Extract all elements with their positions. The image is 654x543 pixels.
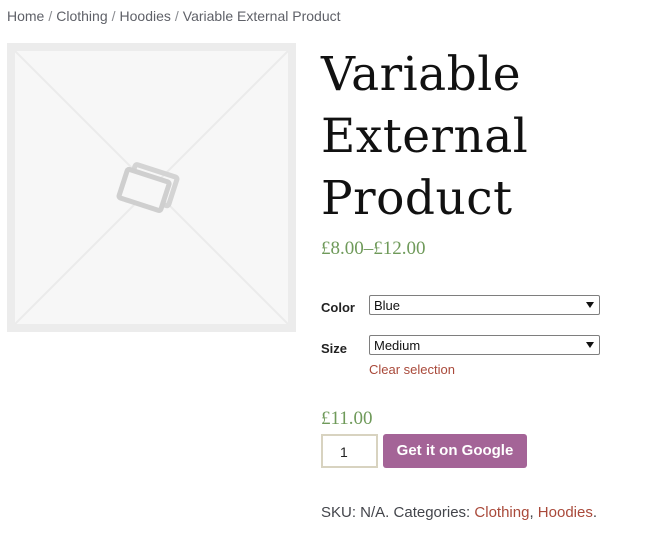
category-link-hoodies[interactable]: Hoodies <box>538 504 593 521</box>
price-range: £8.00–£12.00 <box>321 238 426 259</box>
breadcrumb: Home / Clothing / Hoodies / Variable External … <box>7 8 341 24</box>
meta-comma: , <box>529 504 538 521</box>
sku-categories-text: SKU: N/A. Categories: <box>321 504 475 521</box>
size-select-value: Medium <box>374 338 421 353</box>
chevron-down-icon <box>586 302 594 308</box>
breadcrumb-separator: / <box>111 8 116 24</box>
variation-price: £11.00 <box>321 408 373 429</box>
breadcrumb-home[interactable]: Home <box>7 8 44 24</box>
size-label: Size <box>321 341 348 356</box>
product-image[interactable] <box>7 43 296 332</box>
image-placeholder-icon <box>15 51 288 324</box>
size-select[interactable]: Medium <box>369 335 600 355</box>
product-meta: SKU: N/A. Categories: Clothing, Hoodies. <box>321 504 597 521</box>
chevron-down-icon <box>586 342 594 348</box>
breadcrumb-current: Variable External Product <box>182 8 341 24</box>
category-link-clothing[interactable]: Clothing <box>474 504 529 521</box>
breadcrumb-separator: / <box>48 8 53 24</box>
breadcrumb-clothing[interactable]: Clothing <box>56 8 107 24</box>
meta-period: . <box>592 504 598 521</box>
get-it-on-google-button[interactable]: Get it on Google <box>383 434 527 468</box>
color-select-value: Blue <box>374 298 401 313</box>
quantity-input[interactable]: 1 <box>321 434 378 468</box>
color-select[interactable]: Blue <box>369 295 600 315</box>
color-label: Color <box>321 300 355 315</box>
image-placeholder <box>15 51 288 324</box>
product-title: Variable External Product <box>321 47 529 226</box>
clear-selection-link[interactable]: Clear selection <box>369 362 455 377</box>
breadcrumb-separator: / <box>174 8 179 24</box>
breadcrumb-hoodies[interactable]: Hoodies <box>120 8 171 24</box>
